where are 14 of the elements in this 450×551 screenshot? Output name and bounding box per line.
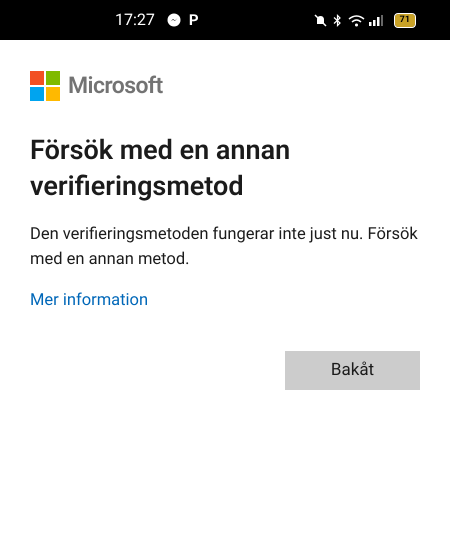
back-button[interactable]: Bakåt <box>285 351 420 390</box>
bluetooth-icon <box>332 14 342 26</box>
brand-name: Microsoft <box>68 71 163 101</box>
more-info-link[interactable]: Mer information <box>30 288 148 314</box>
battery-icon: 71 <box>394 14 415 26</box>
notification-letter: P <box>188 10 199 31</box>
message-text: Den verifieringsmetoden fungerar inte just nu. Försök med en annan metod. <box>30 224 419 270</box>
muted-bell-icon <box>314 14 327 26</box>
logo-icon <box>30 71 60 102</box>
messenger-icon <box>166 13 181 27</box>
wifi-icon <box>348 14 365 26</box>
signal-icon <box>368 14 383 26</box>
page-title: Försök med en annan verifieringsmetod <box>30 132 292 204</box>
status-time: 17:27 <box>115 9 155 31</box>
